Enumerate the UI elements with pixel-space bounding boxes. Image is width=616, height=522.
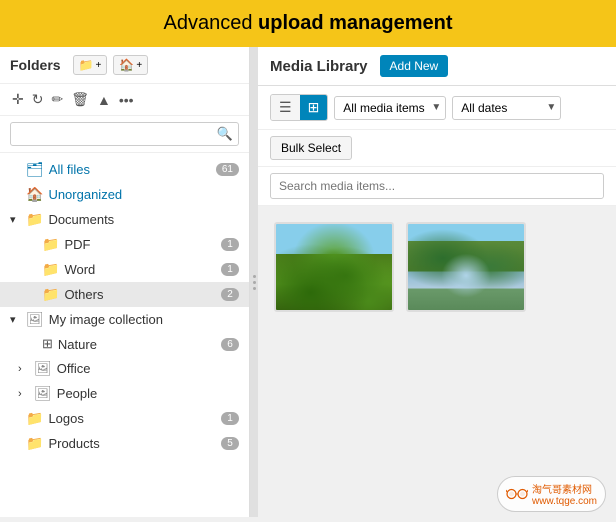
tree-item-unorganized[interactable]: 🏠 Unorganized bbox=[0, 182, 249, 207]
unorganized-label: Unorganized bbox=[48, 187, 239, 202]
home-icon: 🏠 bbox=[119, 58, 134, 72]
office-label: Office bbox=[57, 361, 239, 376]
tree-item-word[interactable]: 📁 Word 1 bbox=[0, 257, 249, 282]
office-icon: 🖼 bbox=[34, 360, 52, 377]
edit-icon[interactable]: ✏ bbox=[49, 89, 65, 110]
documents-icon: 📁 bbox=[26, 211, 43, 228]
media-grid bbox=[258, 206, 616, 517]
toggle-documents: ▾ bbox=[10, 213, 24, 226]
page-header: Advanced upload management bbox=[0, 0, 616, 47]
sidebar-toolbar: ✛ ↻ ✏ 🗑 ▲ ••• bbox=[0, 84, 249, 116]
others-icon: 📁 bbox=[42, 286, 59, 303]
others-badge: 2 bbox=[221, 288, 239, 301]
my-image-collection-icon: 🖼 bbox=[26, 311, 44, 328]
bulk-select-row: Bulk Select bbox=[258, 130, 616, 167]
tree-item-nature[interactable]: ⊞ Nature 6 bbox=[0, 332, 249, 356]
tree-item-products[interactable]: 📁 Products 5 bbox=[0, 431, 249, 456]
products-icon: 📁 bbox=[26, 435, 43, 452]
tree-item-logos[interactable]: 📁 Logos 1 bbox=[0, 406, 249, 431]
waterfall-image bbox=[408, 224, 524, 310]
tree-item-others[interactable]: 📁 Others 2 bbox=[0, 282, 249, 307]
watermark-text: 淘气哥素材网www.tqge.com bbox=[532, 481, 597, 507]
nature-badge: 6 bbox=[221, 338, 239, 351]
unorganized-icon: 🏠 bbox=[26, 186, 43, 203]
sidebar-search-wrap: 🔍 bbox=[10, 122, 239, 146]
refresh-icon[interactable]: ↻ bbox=[30, 89, 46, 110]
main-container: Folders 📁+ 🏠+ ✛ ↻ ✏ 🗑 ▲ ••• 🔍 bbox=[0, 47, 616, 517]
bulk-select-button[interactable]: Bulk Select bbox=[270, 136, 352, 160]
folder-tree: 🗂 All files 61 🏠 Unorganized ▾ 📁 Documen… bbox=[0, 153, 249, 517]
media-toolbar: ☰ ⊞ All media items Images Video Audio D… bbox=[258, 86, 616, 130]
more-icon[interactable]: ••• bbox=[117, 90, 136, 110]
tree-item-office[interactable]: › 🖼 Office bbox=[0, 356, 249, 381]
view-grid-button[interactable]: ⊞ bbox=[300, 95, 328, 120]
folders-title: Folders bbox=[10, 57, 61, 73]
logos-icon: 📁 bbox=[26, 410, 43, 427]
my-image-collection-label: My image collection bbox=[49, 312, 239, 327]
media-search-wrap bbox=[258, 167, 616, 206]
new-folder-button[interactable]: 📁+ bbox=[73, 55, 108, 75]
home-folder-button[interactable]: 🏠+ bbox=[113, 55, 148, 75]
others-label: Others bbox=[64, 287, 221, 302]
filter-dates-wrap: All dates January 2024 February 2024 ▼ bbox=[452, 96, 561, 120]
view-list-button[interactable]: ☰ bbox=[271, 95, 300, 120]
media-area: Media Library Add New ☰ ⊞ All media item… bbox=[258, 47, 616, 517]
filter-items-select[interactable]: All media items Images Video Audio Docum… bbox=[334, 96, 446, 120]
header-text-bold: upload management bbox=[258, 12, 452, 34]
upload-icon[interactable]: ▲ bbox=[95, 90, 113, 110]
all-files-icon: 🗂 bbox=[26, 161, 44, 178]
all-files-badge: 61 bbox=[216, 163, 239, 176]
resize-divider[interactable] bbox=[250, 47, 258, 517]
products-label: Products bbox=[48, 436, 221, 451]
nature-label: Nature bbox=[58, 337, 221, 352]
word-icon: 📁 bbox=[42, 261, 59, 278]
media-header: Media Library Add New bbox=[258, 47, 616, 86]
glasses-icon bbox=[506, 487, 528, 501]
filter-dates-select[interactable]: All dates January 2024 February 2024 bbox=[452, 96, 561, 120]
products-badge: 5 bbox=[221, 437, 239, 450]
toggle-office: › bbox=[18, 363, 32, 375]
thumbnail-grass[interactable] bbox=[274, 222, 394, 312]
logos-label: Logos bbox=[48, 411, 221, 426]
people-label: People bbox=[57, 386, 239, 401]
tree-item-documents[interactable]: ▾ 📁 Documents bbox=[0, 207, 249, 232]
toggle-people: › bbox=[18, 388, 32, 400]
people-icon: 🖼 bbox=[34, 385, 52, 402]
tree-item-pdf[interactable]: 📁 PDF 1 bbox=[0, 232, 249, 257]
word-label: Word bbox=[64, 262, 221, 277]
logos-badge: 1 bbox=[221, 412, 239, 425]
sidebar-search-row: 🔍 bbox=[0, 116, 249, 153]
pdf-label: PDF bbox=[64, 237, 221, 252]
tree-item-people[interactable]: › 🖼 People bbox=[0, 381, 249, 406]
tree-item-all-files[interactable]: 🗂 All files 61 bbox=[0, 157, 249, 182]
watermark: 淘气哥素材网www.tqge.com bbox=[497, 476, 606, 512]
delete-icon[interactable]: 🗑 bbox=[69, 89, 91, 110]
sidebar-header: Folders 📁+ 🏠+ bbox=[0, 47, 249, 84]
sidebar: Folders 📁+ 🏠+ ✛ ↻ ✏ 🗑 ▲ ••• 🔍 bbox=[0, 47, 250, 517]
nature-icon: ⊞ bbox=[42, 336, 53, 352]
move-icon[interactable]: ✛ bbox=[10, 89, 26, 110]
toggle-my-image-collection: ▾ bbox=[10, 313, 24, 326]
add-new-button[interactable]: Add New bbox=[380, 55, 449, 77]
media-search-input[interactable] bbox=[270, 173, 604, 199]
search-icon: 🔍 bbox=[217, 126, 233, 142]
all-files-label: All files bbox=[49, 162, 216, 177]
header-text-normal: Advanced bbox=[164, 12, 259, 34]
thumbnail-waterfall[interactable] bbox=[406, 222, 526, 312]
sidebar-search-input[interactable] bbox=[10, 122, 239, 146]
tree-item-my-image-collection[interactable]: ▾ 🖼 My image collection bbox=[0, 307, 249, 332]
media-library-title: Media Library bbox=[270, 58, 368, 75]
grass-image bbox=[276, 224, 392, 310]
view-toggle: ☰ ⊞ bbox=[270, 94, 328, 121]
word-badge: 1 bbox=[221, 263, 239, 276]
filter-items-wrap: All media items Images Video Audio Docum… bbox=[334, 96, 446, 120]
folder-plus-icon: 📁 bbox=[79, 58, 94, 72]
documents-label: Documents bbox=[48, 212, 239, 227]
pdf-icon: 📁 bbox=[42, 236, 59, 253]
pdf-badge: 1 bbox=[221, 238, 239, 251]
